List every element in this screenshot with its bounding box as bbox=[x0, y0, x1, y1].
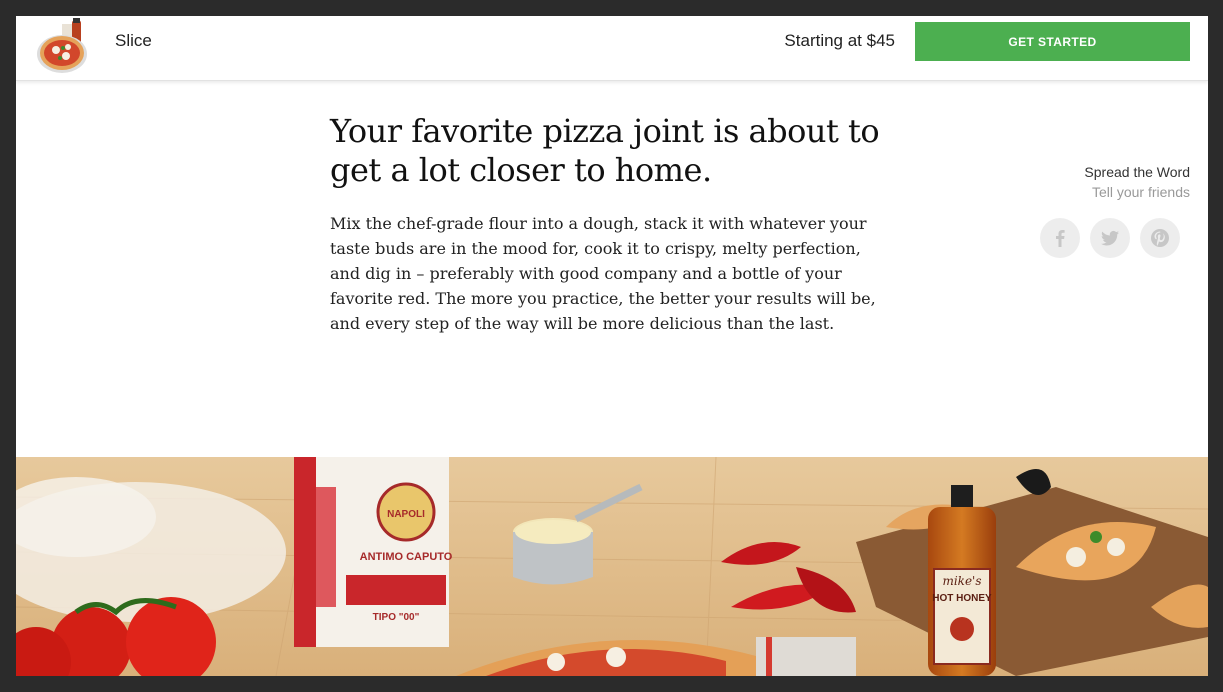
share-title: Spread the Word bbox=[1084, 164, 1190, 180]
flour-brand: ANTIMO CAPUTO bbox=[360, 551, 453, 563]
pinterest-share-button[interactable] bbox=[1140, 218, 1180, 258]
pinterest-icon bbox=[1151, 229, 1169, 247]
starting-price: Starting at $45 bbox=[784, 31, 895, 50]
facebook-share-button[interactable] bbox=[1040, 218, 1080, 258]
twitter-share-button[interactable] bbox=[1090, 218, 1130, 258]
honey-brand: mike's bbox=[942, 574, 981, 588]
share-panel: Spread the Word Tell your friends bbox=[1030, 164, 1190, 258]
page-frame: Slice Starting at $45 GET STARTED Your f… bbox=[16, 16, 1208, 676]
twitter-icon bbox=[1101, 230, 1119, 246]
page-headline: Your favorite pizza joint is about to ge… bbox=[330, 112, 880, 189]
pizza-ingredients-hero-image: NAPOLI ANTIMO CAPUTO TIPO "00" mike's HO… bbox=[16, 457, 1208, 676]
top-header: Slice Starting at $45 GET STARTED bbox=[16, 16, 1208, 81]
share-subtitle: Tell your friends bbox=[1091, 184, 1190, 200]
honey-name: HOT HONEY bbox=[932, 593, 992, 604]
get-started-button[interactable]: GET STARTED bbox=[915, 22, 1190, 61]
share-icons bbox=[1040, 218, 1190, 258]
brand-name[interactable]: Slice bbox=[115, 31, 152, 51]
pizza-thumbnail-icon[interactable] bbox=[34, 18, 92, 76]
facebook-icon bbox=[1056, 230, 1065, 247]
flour-bag: NAPOLI ANTIMO CAPUTO TIPO "00" bbox=[294, 457, 453, 647]
flour-maker: NAPOLI bbox=[387, 509, 425, 520]
flour-type: TIPO "00" bbox=[373, 612, 420, 623]
intro-paragraph: Mix the chef-grade flour into a dough, s… bbox=[330, 214, 876, 333]
